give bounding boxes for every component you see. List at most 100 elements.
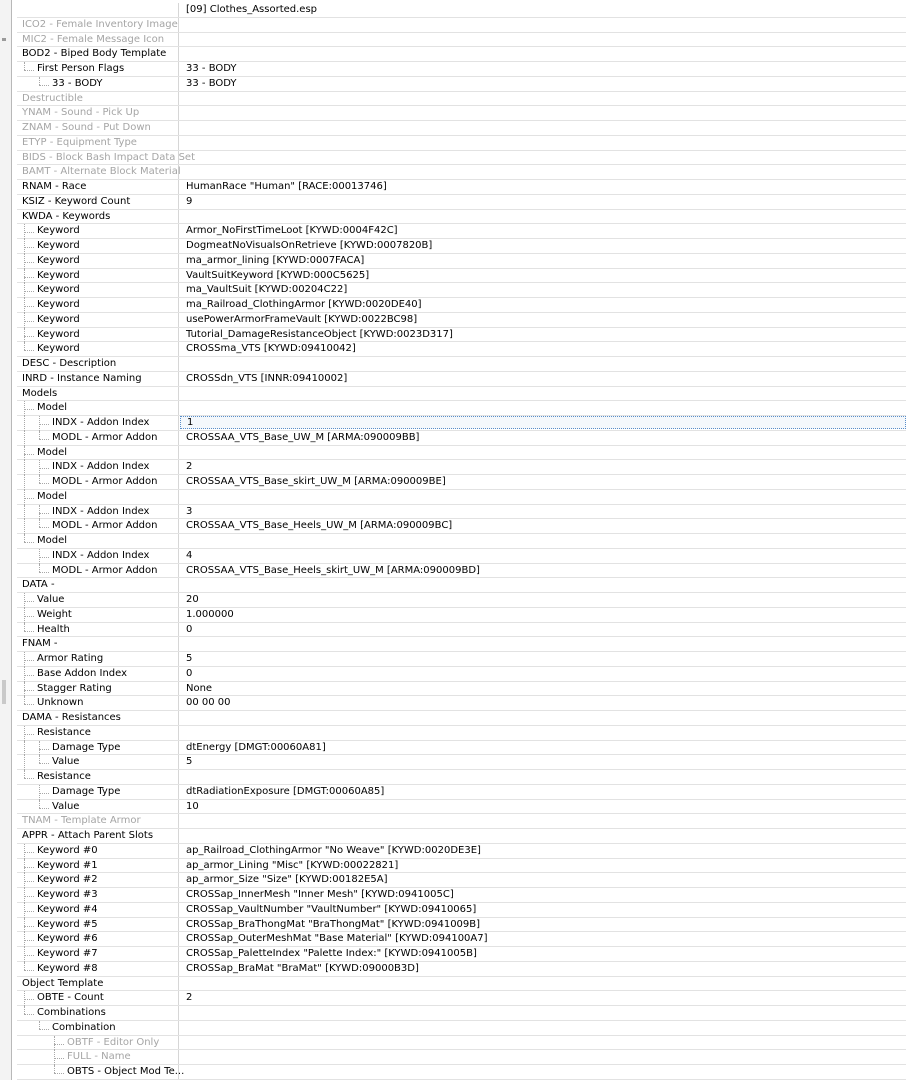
tree-row[interactable]: Stagger Rating None	[17, 681, 906, 697]
tree-row[interactable]: INDX - Addon Index 4	[17, 548, 906, 564]
tree-row[interactable]: BOD2 - Biped Body Template	[17, 47, 906, 62]
tree-row[interactable]: 33 - BODY 33 - BODY	[17, 76, 906, 92]
tree-row[interactable]: INRD - Instance Naming CROSSdn_VTS [INNR:…	[17, 371, 906, 387]
tree-row[interactable]: Keyword #5 CROSSap_BraThongMat "BraThongM…	[17, 917, 906, 933]
field-label-cell: Keyword #5	[17, 917, 179, 933]
tree-row[interactable]: Value 5	[17, 755, 906, 770]
field-label: MODL - Armor Addon	[52, 520, 158, 532]
tree-row[interactable]: OBTF - Editor Only	[17, 1035, 906, 1051]
tree-row[interactable]: MODL - Armor Addon CROSSAA_VTS_Base_UW_M …	[17, 430, 906, 446]
tree-row[interactable]: OBTS - Object Mod Te...	[17, 1065, 906, 1080]
field-label: Destructible	[22, 92, 83, 104]
tree-guide-line	[39, 1020, 40, 1029]
field-label-cell: Keyword	[17, 327, 179, 343]
tree-row[interactable]: MODL - Armor Addon CROSSAA_VTS_Base_skirt…	[17, 475, 906, 490]
tree-row[interactable]: Keyword #2 ap_armor_Size "Size" [KYWD:001…	[17, 873, 906, 888]
tree-row[interactable]: Keyword VaultSuitKeyword [KYWD:000C5625]	[17, 268, 906, 284]
tree-row[interactable]: Armor Rating 5	[17, 652, 906, 667]
tree-row[interactable]: Base Addon Index 0	[17, 666, 906, 682]
field-label: Keyword #8	[37, 962, 98, 974]
field-label-cell: Combination	[17, 1020, 179, 1035]
tree-row[interactable]: MIC2 - Female Message Icon	[17, 32, 906, 48]
tree-row[interactable]: Model	[17, 534, 906, 549]
tree-row[interactable]: Keyword Armor_NoFirstTimeLoot [KYWD:0004F…	[17, 224, 906, 239]
tree-row[interactable]: RNAM - Race HumanRace "Human" [RACE:00013…	[17, 180, 906, 195]
field-label-cell: INDX - Addon Index	[17, 504, 179, 520]
field-value: 5	[186, 756, 193, 768]
tree-row[interactable]: Keyword ma_VaultSuit [KYWD:00204C22]	[17, 283, 906, 298]
selected-field-value[interactable]: 1	[180, 416, 906, 429]
tree-row[interactable]: Unknown 00 00 00	[17, 696, 906, 711]
tree-row[interactable]: Combination	[17, 1020, 906, 1036]
tree-row[interactable]: Keyword #6 CROSSap_OuterMeshMat "Base Mat…	[17, 932, 906, 947]
tree-row[interactable]: First Person Flags 33 - BODY	[17, 62, 906, 77]
field-label: OBTE - Count	[37, 992, 104, 1004]
tree-guide-line	[24, 416, 25, 431]
tree-row[interactable]: Value 20	[17, 593, 906, 608]
tree-row[interactable]: Keyword #3 CROSSap_InnerMesh "Inner Mesh"…	[17, 888, 906, 903]
field-label: BIDS - Block Bash Impact Data Set	[22, 151, 196, 163]
tree-row[interactable]: INDX - Addon Index 1	[17, 416, 906, 431]
tree-row[interactable]: Keyword #0 ap_Railroad_ClothingArmor "No …	[17, 843, 906, 859]
tree-row[interactable]: Object Template	[17, 976, 906, 992]
tree-guide-line	[24, 291, 34, 293]
tree-row[interactable]: Combinations	[17, 1006, 906, 1021]
tree-row[interactable]: INDX - Addon Index 2	[17, 460, 906, 475]
tree-row[interactable]: ICO2 - Female Inventory Image	[17, 17, 906, 33]
tree-row[interactable]: Keyword Tutorial_DamageResistanceObject […	[17, 327, 906, 343]
tree-guide-line	[24, 896, 34, 897]
tree-row[interactable]: APPR - Attach Parent Slots	[17, 829, 906, 844]
tree-row[interactable]: Keyword #4 CROSSap_VaultNumber "VaultNumb…	[17, 902, 906, 918]
tree-row[interactable]: Keyword CROSSma_VTS [KYWD:09410042]	[17, 342, 906, 357]
tree-row[interactable]: Models	[17, 386, 906, 402]
field-label: Keyword #1	[37, 859, 98, 871]
tree-row[interactable]: INDX - Addon Index 3	[17, 504, 906, 520]
tree-row[interactable]: Keyword #7 CROSSap_PaletteIndex "Palette …	[17, 947, 906, 962]
tree-row[interactable]: Keyword #8 CROSSap_BraMat "BraMat" [KYWD:…	[17, 961, 906, 977]
field-value: ma_VaultSuit [KYWD:00204C22]	[186, 284, 348, 296]
tree-row[interactable]: Keyword usePowerArmorFrameVault [KYWD:002…	[17, 312, 906, 328]
tree-row[interactable]: BAMT - Alternate Block Material	[17, 165, 906, 180]
field-value: 9	[186, 195, 193, 207]
tree-row[interactable]: Health 0	[17, 622, 906, 638]
tree-row[interactable]: FNAM -	[17, 637, 906, 652]
tree-guide-line	[39, 76, 40, 85]
panel-edge-scrollbar[interactable]	[2, 680, 6, 704]
tree-row[interactable]: Weight 1.000000	[17, 607, 906, 623]
tree-row[interactable]: MODL - Armor Addon CROSSAA_VTS_Base_Heels…	[17, 563, 906, 579]
tree-row[interactable]: FULL - Name	[17, 1050, 906, 1065]
tree-row[interactable]: KWDA - Keywords	[17, 209, 906, 225]
tree-row[interactable]: Value 10	[17, 799, 906, 815]
tree-row[interactable]: Destructible	[17, 91, 906, 107]
field-label-cell: APPR - Attach Parent Slots	[17, 829, 179, 843]
tree-row[interactable]: OBTE - Count 2	[17, 991, 906, 1006]
tree-row[interactable]: Model	[17, 489, 906, 505]
tree-row[interactable]: DATA -	[17, 578, 906, 593]
tree-row[interactable]: Keyword ma_Railroad_ClothingArmor [KYWD:0…	[17, 298, 906, 313]
tree-row[interactable]: Resistance	[17, 770, 906, 785]
field-label-cell: YNAM - Sound - Pick Up	[17, 106, 179, 120]
tree-row[interactable]: Model	[17, 401, 906, 416]
tree-row[interactable]: Keyword DogmeatNoVisualsOnRetrieve [KYWD:…	[17, 239, 906, 254]
tree-row[interactable]: ETYP - Equipment Type	[17, 135, 906, 151]
field-label: Keyword	[37, 299, 80, 310]
field-label: Keyword	[37, 225, 80, 237]
tree-row[interactable]: TNAM - Template Armor	[17, 814, 906, 829]
field-label-cell: KSIZ - Keyword Count	[17, 194, 179, 209]
tree-row[interactable]: DAMA - Resistances	[17, 711, 906, 726]
field-label-cell: Resistance	[17, 725, 179, 741]
tree-row[interactable]: DESC - Description	[17, 357, 906, 372]
record-field-rows: ICO2 - Female Inventory Image MIC2 - Fema…	[17, 17, 906, 1080]
tree-row[interactable]: KSIZ - Keyword Count 9	[17, 194, 906, 210]
tree-row[interactable]: MODL - Armor Addon CROSSAA_VTS_Base_Heels…	[17, 519, 906, 534]
tree-row[interactable]: Resistance	[17, 725, 906, 741]
tree-row[interactable]: ZNAM - Sound - Put Down	[17, 121, 906, 136]
tree-row[interactable]: Keyword ma_armor_lining [KYWD:0007FACA]	[17, 253, 906, 269]
tree-row[interactable]: Keyword #1 ap_armor_Lining "Misc" [KYWD:0…	[17, 858, 906, 874]
tree-row[interactable]: BIDS - Block Bash Impact Data Set	[17, 150, 906, 166]
field-label: Resistance	[37, 771, 91, 782]
tree-row[interactable]: YNAM - Sound - Pick Up	[17, 106, 906, 121]
tree-row[interactable]: Damage Type dtRadiationExposure [DMGT:000…	[17, 784, 906, 800]
tree-row[interactable]: Damage Type dtEnergy [DMGT:00060A81]	[17, 740, 906, 756]
tree-row[interactable]: Model	[17, 445, 906, 461]
